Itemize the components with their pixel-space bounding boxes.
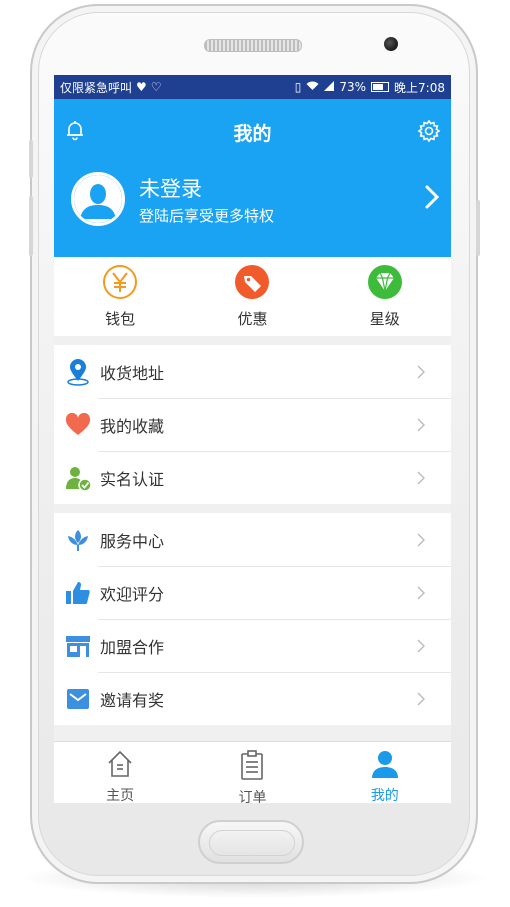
yuan-icon [102,264,138,304]
profile-header: 我的 未登录 登陆后享受更多特权 [54,99,451,257]
menu-label: 我的收藏 [100,416,165,436]
menu-item-partnership[interactable]: 加盟合作 [54,619,451,672]
menu-label: 邀请有奖 [100,690,165,710]
hardware-home-button[interactable] [198,820,304,864]
tab-mine[interactable]: 我的 [340,750,430,803]
tab-orders[interactable]: 订单 [207,750,297,803]
chevron-right-icon[interactable] [425,185,440,213]
vibrate-icon: ▯ [294,80,302,94]
store-icon [64,632,92,660]
menu-label: 实名认证 [100,469,165,489]
volume-button [29,140,33,178]
power-button [476,200,480,256]
tab-label: 我的 [370,788,399,803]
menu-item-service-center[interactable]: 服务中心 [54,513,451,566]
chevron-right-icon [417,364,425,383]
gear-icon[interactable] [417,119,441,147]
shield-status-icon: ♡ [150,80,162,94]
quick-coupon[interactable]: 优惠 [207,264,297,329]
clipboard-icon [240,750,264,784]
verified-user-icon [64,464,92,492]
tab-label: 主页 [106,788,135,803]
volume-button-2 [29,196,33,256]
menu-group-service: 服务中心 欢迎评分 加盟合作 邀请有奖 [54,513,451,725]
menu-label: 欢迎评分 [100,584,165,604]
menu-item-address[interactable]: 收货地址 [54,345,451,398]
chevron-right-icon [417,470,425,489]
chevron-right-icon [417,417,425,436]
diamond-icon [367,264,403,304]
menu-label: 服务中心 [100,531,165,551]
status-bar: 仅限紧急呼叫 ♥ ♡ ▯ 73% 晚上7:08 [54,75,451,99]
login-hint: 登陆后享受更多特权 [139,207,275,225]
menu-label: 加盟合作 [100,637,165,657]
menu-item-rate[interactable]: 欢迎评分 [54,566,451,619]
battery-icon [371,82,390,92]
battery-percent: 73% [339,80,367,94]
flower-icon [64,526,92,554]
menu-item-verification[interactable]: 实名认证 [54,451,451,504]
tab-label: 订单 [238,790,267,803]
menu-label: 收货地址 [100,363,165,383]
quick-label: 钱包 [105,310,136,328]
chevron-right-icon [417,585,425,604]
quick-actions: 钱包 优惠 星级 [54,257,451,336]
wifi-icon [306,80,319,94]
menu-item-favorites[interactable]: 我的收藏 [54,398,451,451]
quick-wallet[interactable]: 钱包 [75,264,165,329]
location-pin-icon [64,358,92,386]
login-status[interactable]: 未登录 [139,173,202,203]
tag-icon [234,264,270,304]
chevron-right-icon [417,532,425,551]
app-screen: 仅限紧急呼叫 ♥ ♡ ▯ 73% 晚上7:08 我的 未登录 登陆后享受更多特权… [54,75,451,803]
heart-icon [64,411,92,439]
tab-home[interactable]: 主页 [75,750,165,803]
heart-status-icon: ♥ [136,80,147,94]
person-icon [371,750,399,782]
chevron-right-icon [417,638,425,657]
signal-icon [324,80,335,94]
chevron-right-icon [417,691,425,710]
menu-group-account: 收货地址 我的收藏 实名认证 [54,345,451,504]
carrier-text: 仅限紧急呼叫 [60,80,133,95]
quick-star-level[interactable]: 星级 [340,264,430,329]
page-title: 我的 [233,123,272,145]
clock: 晚上7:08 [394,80,445,95]
quick-label: 星级 [369,310,400,328]
menu-item-invite[interactable]: 邀请有奖 [54,672,451,725]
earpiece-speaker [204,39,302,52]
avatar[interactable] [71,172,125,226]
envelope-icon [64,685,92,713]
bottom-tab-bar: 主页 订单 我的 [54,741,451,803]
thumbs-up-icon [64,579,92,607]
home-icon [107,750,133,782]
front-camera [384,37,398,51]
quick-label: 优惠 [237,310,268,328]
